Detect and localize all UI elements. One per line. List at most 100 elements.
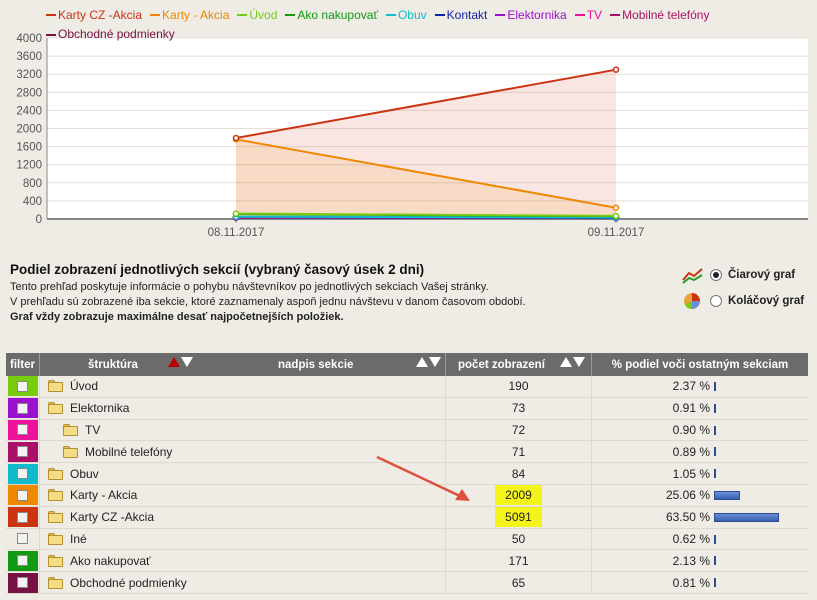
- section-cell: Obchodné podmienky: [40, 572, 446, 593]
- share-value: 0.90 %: [672, 422, 710, 437]
- folder-icon: [48, 380, 63, 393]
- section-name[interactable]: Iné: [70, 532, 87, 546]
- filter-cell: [6, 484, 40, 506]
- share-cell: 25.06 %: [592, 485, 808, 506]
- share-cell: 2.13 %: [592, 550, 808, 571]
- share-value: 2.37 %: [672, 379, 710, 394]
- section-name[interactable]: Mobilné telefóny: [85, 445, 172, 459]
- header-share: % podiel voči ostatným sekciam: [611, 358, 789, 371]
- chart-legend: Karty CZ -Akcia Karty - Akcia Úvod Ako naku…: [46, 4, 806, 43]
- filter-checkbox[interactable]: [17, 402, 28, 414]
- views-cell: 2009: [446, 484, 592, 506]
- section-cell: Obuv: [40, 463, 446, 484]
- pie-chart-icon: [684, 293, 700, 310]
- legend-item[interactable]: Obchodné podmienky: [46, 26, 175, 43]
- legend-item[interactable]: Kontakt: [434, 7, 487, 24]
- line-chart-option[interactable]: Čiarový graf: [682, 262, 814, 288]
- sort-desc-icon[interactable]: [573, 357, 585, 367]
- series-color-swatch: [7, 485, 38, 506]
- pie-chart-option[interactable]: Koláčový graf: [682, 288, 814, 314]
- section-cell: Karty CZ -Akcia: [40, 506, 446, 528]
- pie-chart-radio[interactable]: [710, 295, 722, 307]
- section-name[interactable]: Obchodné podmienky: [70, 576, 187, 590]
- views-value: 65: [511, 575, 526, 590]
- filter-checkbox[interactable]: [17, 380, 28, 392]
- series-color-swatch: [7, 528, 38, 549]
- data-point: [612, 212, 620, 220]
- section-name[interactable]: Ako nakupovať: [70, 554, 151, 568]
- section-name[interactable]: Elektornika: [70, 401, 129, 415]
- filter-cell: [6, 550, 40, 572]
- table-row: Iné 50 0.62 %: [6, 528, 808, 551]
- share-cell: 1.05 %: [592, 463, 808, 484]
- summary-panel: Podiel zobrazení jednotlivých sekcií (vy…: [10, 262, 650, 325]
- line-chart-radio[interactable]: [710, 269, 722, 281]
- section-cell: Úvod: [40, 376, 446, 397]
- share-cell: 0.89 %: [592, 441, 808, 462]
- legend-item[interactable]: TV: [574, 7, 603, 24]
- filter-checkbox[interactable]: [17, 533, 28, 545]
- legend-swatch: [46, 14, 56, 16]
- legend-item[interactable]: Karty CZ -Akcia: [46, 7, 142, 24]
- share-value: 0.81 %: [672, 575, 710, 590]
- y-tick-label: 2000: [16, 124, 42, 136]
- legend-swatch: [574, 14, 585, 16]
- filter-checkbox[interactable]: [17, 424, 28, 436]
- filter-cell: [6, 528, 40, 550]
- legend-item[interactable]: Obuv: [385, 7, 427, 24]
- header-structure-label: štruktúra: [88, 358, 138, 371]
- legend-item[interactable]: Elektornika: [495, 7, 567, 24]
- section-cell: Elektornika: [40, 397, 446, 419]
- views-cell: 65: [446, 572, 592, 593]
- sort-asc-icon[interactable]: [560, 357, 572, 367]
- section-name[interactable]: TV: [85, 423, 100, 437]
- line-chart-label: Čiarový graf: [728, 269, 796, 281]
- views-cell: 73: [446, 397, 592, 419]
- summary-line-1: Tento prehľad poskytuje informácie o poh…: [10, 281, 489, 293]
- share-cell: 2.37 %: [592, 376, 808, 397]
- sort-asc-icon[interactable]: [168, 357, 180, 367]
- filter-cell: [6, 506, 40, 528]
- line-chart: 0 400 800 1200 1600 2000 2400 2800 3200 3600 4000 0…: [0, 0, 817, 250]
- summary-heading: Podiel zobrazení jednotlivých sekcií (vy…: [10, 262, 425, 277]
- y-tick-label: 2400: [16, 105, 42, 117]
- header-views: počet zobrazení: [446, 353, 592, 376]
- share-cell: 0.91 %: [592, 398, 808, 419]
- series-color-swatch: [7, 550, 38, 571]
- filter-checkbox[interactable]: [17, 577, 28, 589]
- sort-desc-icon[interactable]: [429, 357, 441, 367]
- section-name[interactable]: Obuv: [70, 467, 99, 481]
- data-point: [612, 66, 620, 73]
- filter-checkbox[interactable]: [17, 555, 28, 567]
- sections-table: filter štruktúra nadpis sekcie počet zob…: [6, 353, 808, 594]
- section-name[interactable]: Úvod: [70, 379, 98, 393]
- series-color-swatch: [7, 441, 38, 462]
- section-name[interactable]: Karty CZ -Akcia: [70, 510, 154, 524]
- legend-label: TV: [586, 7, 603, 22]
- legend-label: Obuv: [397, 7, 427, 22]
- share-cell: 0.62 %: [592, 529, 808, 550]
- legend-item[interactable]: Úvod: [237, 7, 277, 24]
- filter-checkbox[interactable]: [17, 446, 28, 458]
- folder-icon: [48, 402, 63, 415]
- series-color-swatch: [7, 507, 38, 528]
- legend-item[interactable]: Ako nakupovať: [285, 7, 378, 24]
- legend-swatch: [237, 14, 248, 16]
- section-name[interactable]: Karty - Akcia: [70, 488, 137, 502]
- share-value: 0.89 %: [672, 444, 710, 459]
- y-tick-label: 1200: [16, 160, 42, 172]
- filter-checkbox[interactable]: [17, 511, 28, 523]
- sort-desc-icon[interactable]: [181, 357, 193, 367]
- views-cell: 84: [446, 463, 592, 484]
- pie-chart-label: Koláčový graf: [728, 295, 805, 307]
- legend-item[interactable]: Karty - Akcia: [150, 7, 229, 24]
- filter-checkbox[interactable]: [17, 489, 28, 501]
- folder-icon: [48, 467, 63, 480]
- share-bar: [714, 403, 716, 413]
- views-value: 72: [511, 422, 526, 437]
- legend-item[interactable]: Mobilné telefóny: [610, 7, 709, 24]
- sort-asc-icon[interactable]: [416, 357, 428, 367]
- x-tick-label: 09.11.2017: [588, 227, 645, 239]
- filter-checkbox[interactable]: [17, 468, 28, 480]
- series-color-swatch: [7, 398, 38, 419]
